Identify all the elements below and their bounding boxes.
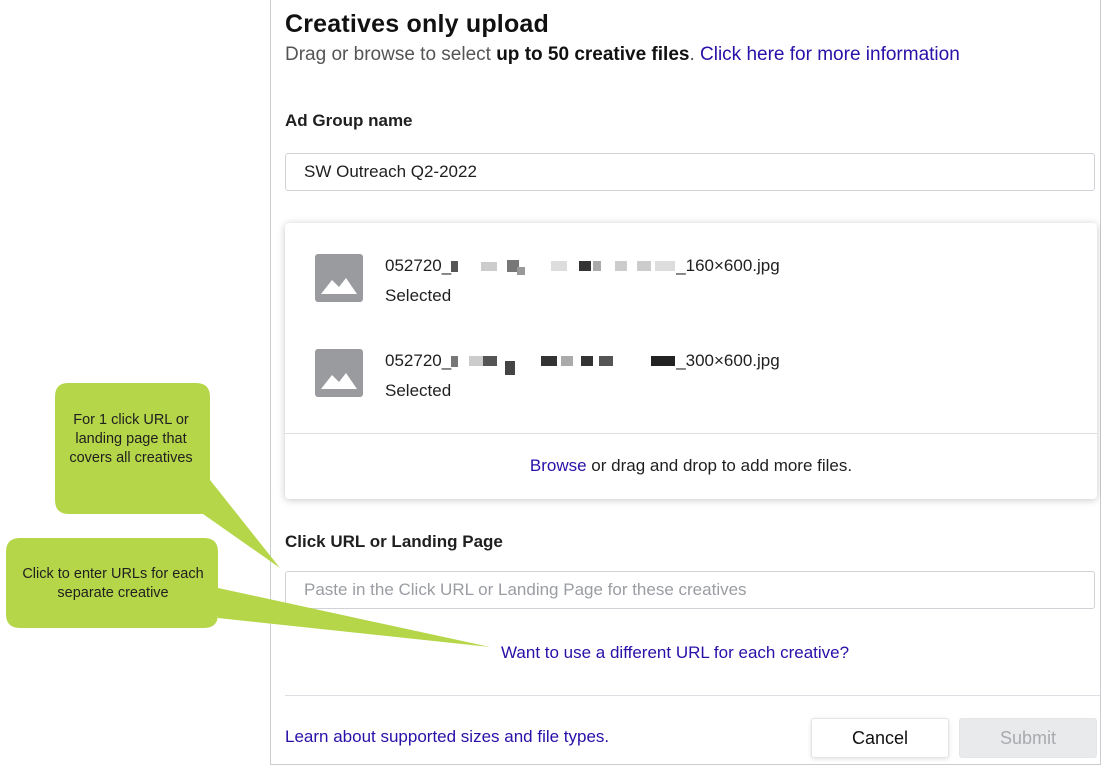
callout-per-creative-url-text: Click to enter URLs for each separate cr… xyxy=(22,566,204,601)
callout-single-url-text: For 1 click URL or landing page that cov… xyxy=(69,412,193,466)
callout-layer xyxy=(6,383,490,647)
